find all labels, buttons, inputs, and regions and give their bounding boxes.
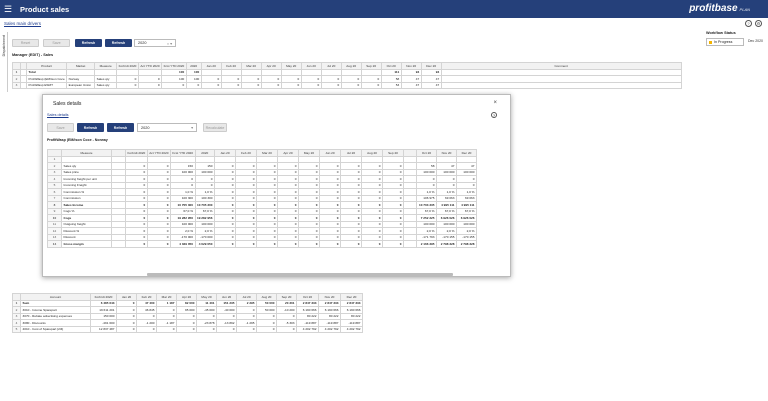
table-cell[interactable]: 0 <box>280 81 302 89</box>
table-cell[interactable]: 0 <box>146 240 171 248</box>
table-cell[interactable]: 0 <box>185 81 202 89</box>
table-cell[interactable]: 0 <box>297 240 320 248</box>
table-cell[interactable]: 0 <box>116 325 137 333</box>
table-cell[interactable]: 0 <box>260 81 282 89</box>
workflow-label: Workflow Status <box>706 31 736 35</box>
row-number: 3 <box>12 81 21 89</box>
table-cell[interactable]: 0 <box>300 81 322 89</box>
table-cell[interactable]: Gross margin <box>61 240 112 248</box>
close-icon[interactable]: × <box>493 100 497 106</box>
table-cell[interactable] <box>402 240 417 248</box>
table-cell[interactable] <box>111 240 126 248</box>
workflow-select[interactable]: In Progress <box>706 38 744 46</box>
table-cell[interactable]: 0 <box>125 240 148 248</box>
help-icon[interactable]: ? <box>745 20 752 27</box>
side-tab[interactable]: Dispatchment <box>0 32 8 92</box>
table-cell[interactable]: 0 <box>256 325 277 333</box>
table-cell[interactable]: 0 <box>196 325 217 333</box>
table-cell[interactable]: 0 <box>360 81 382 89</box>
table-cell[interactable]: 4 029 050 <box>169 240 196 248</box>
table-cell[interactable]: 0 <box>255 240 278 248</box>
table-cell[interactable]: 0 <box>161 81 187 89</box>
table-cell[interactable]: 0 <box>234 240 257 248</box>
dialog-title: Sales details <box>53 101 82 107</box>
table-cell[interactable]: 4 029 050 <box>194 240 215 248</box>
year-select[interactable]: 2020 × ▾ <box>134 39 176 47</box>
table-row: 14 Gross margin 0 0 4 029 050 4 029 050 0 0 0 0 0 0… <box>47 240 477 248</box>
refresh-button[interactable]: Refresh <box>75 39 102 47</box>
table-cell[interactable] <box>440 81 682 89</box>
table-cell[interactable]: 2 798 328 <box>435 240 457 248</box>
table-cell[interactable]: 47 <box>420 81 442 89</box>
sales-details-link[interactable]: Sales details <box>47 113 69 117</box>
row-number: 14 <box>47 240 62 248</box>
account-table: Account Forbrdt 2020 Jan 20 Feb 20 Mar 20 Apr… <box>12 293 363 333</box>
workflow-date: Dec 2020 <box>748 39 763 43</box>
table-cell[interactable]: 2 166 395 <box>415 240 437 248</box>
dialog-year-select[interactable]: 2020 ▾ <box>137 123 197 132</box>
table-row: 5 4010 - Cost of Sparepart [2/4] 12 837 48… <box>12 325 363 333</box>
sales-main-drivers-link[interactable]: Sales main drivers <box>4 21 41 26</box>
table-cell[interactable]: 2 798 328 <box>455 240 477 248</box>
table-cell[interactable]: 12 837 487 <box>90 325 117 333</box>
table-cell[interactable]: 0 <box>213 240 236 248</box>
table-cell[interactable]: 0 <box>318 240 341 248</box>
table-cell[interactable]: 0 <box>276 240 299 248</box>
table-cell[interactable]: 0 <box>320 81 342 89</box>
dialog-refresh-button[interactable]: Refresh <box>77 123 104 132</box>
table-cell[interactable]: 0 <box>220 81 242 89</box>
table-cell[interactable]: 0 <box>136 325 157 333</box>
help-icon[interactable]: ? <box>491 112 497 118</box>
table-cell[interactable]: 0 <box>276 325 297 333</box>
top-icons: ? ⚙ <box>745 20 762 27</box>
table-cell[interactable]: ProfitWasp ESMT <box>25 81 68 89</box>
table-cell[interactable]: 0 <box>216 325 237 333</box>
sales-details-dialog: Sales details × Sales details ? Save Ref… <box>42 94 511 277</box>
table-cell[interactable]: 0 <box>200 81 222 89</box>
details-table: Measure Forbrdt 2020 Act YTD 2020 Fcst YTD … <box>47 149 477 248</box>
table-cell[interactable]: 0 <box>381 240 404 248</box>
main-table-title: Manager (EDIT) - Sales <box>12 53 54 57</box>
table-cell[interactable]: 0 <box>340 81 362 89</box>
dialog-refresh-all-button[interactable]: Refresh <box>107 123 134 132</box>
table-cell[interactable]: 4 202 792 <box>340 325 363 333</box>
reset-button[interactable]: Reset <box>12 39 39 47</box>
table-cell[interactable]: 0 <box>339 240 362 248</box>
table-cell[interactable]: 0 <box>360 240 383 248</box>
app-title: Product sales <box>20 4 70 14</box>
table-cell[interactable]: 53 <box>380 81 402 89</box>
table-cell[interactable]: 0 <box>176 325 197 333</box>
row-number: 5 <box>12 325 21 333</box>
horizontal-scrollbar[interactable] <box>147 273 453 276</box>
table-cell[interactable]: 47 <box>400 81 422 89</box>
menu-icon[interactable]: ☰ <box>0 0 16 18</box>
table-cell[interactable]: 4 202 792 <box>318 325 341 333</box>
table-row: 3 ProfitWasp ESMT European Union Sales qty 0… <box>12 81 682 89</box>
refresh-all-button[interactable]: Refresh <box>105 39 132 47</box>
table-cell[interactable]: European Union <box>66 81 96 89</box>
table-cell[interactable]: 4010 - Cost of Sparepart [2/4] <box>20 325 91 333</box>
table-cell[interactable]: 0 <box>240 81 262 89</box>
app-header: ☰ Product sales profitbase PLAN <box>0 0 768 18</box>
table-cell[interactable]: 0 <box>156 325 177 333</box>
table-cell[interactable]: 0 <box>236 325 257 333</box>
save-button[interactable]: Save <box>43 39 70 47</box>
sales-table: Product Market Measure Forbrdt 2020 Act YTD … <box>12 62 682 89</box>
profitbase-logo: profitbase PLAN <box>689 3 750 14</box>
status-dot-icon <box>709 40 712 44</box>
dialog-save-button[interactable]: Save <box>47 123 74 132</box>
dialog-subtitle: ProfitWasp (EM/ison Coce - Norway <box>47 138 108 142</box>
table-cell[interactable]: 0 <box>137 81 163 89</box>
recalculate-button[interactable]: Recalculate <box>203 123 227 132</box>
table-cell[interactable]: 4 202 792 <box>296 325 319 333</box>
table-cell[interactable]: Sales qty <box>94 81 118 89</box>
table-cell[interactable]: 0 <box>116 81 139 89</box>
settings-icon[interactable]: ⚙ <box>755 20 762 27</box>
